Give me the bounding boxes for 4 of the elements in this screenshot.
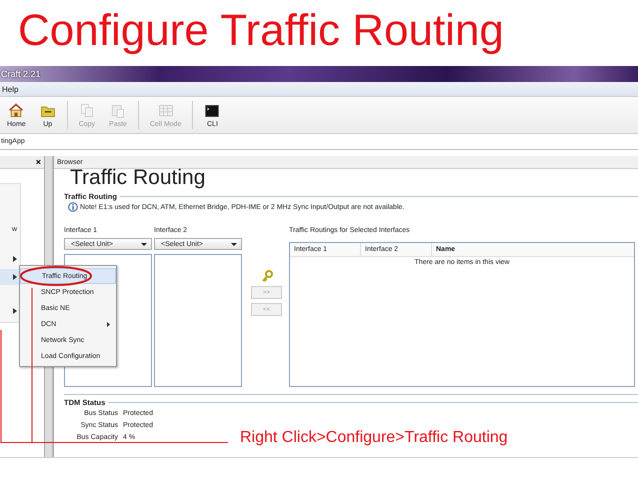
slide-title: Configure Traffic Routing (18, 5, 504, 57)
callout-text: Right Click>Configure>Traffic Routing (240, 429, 508, 447)
window-title: Craft 2.21 (0, 69, 41, 79)
page-heading: Traffic Routing (70, 166, 206, 190)
